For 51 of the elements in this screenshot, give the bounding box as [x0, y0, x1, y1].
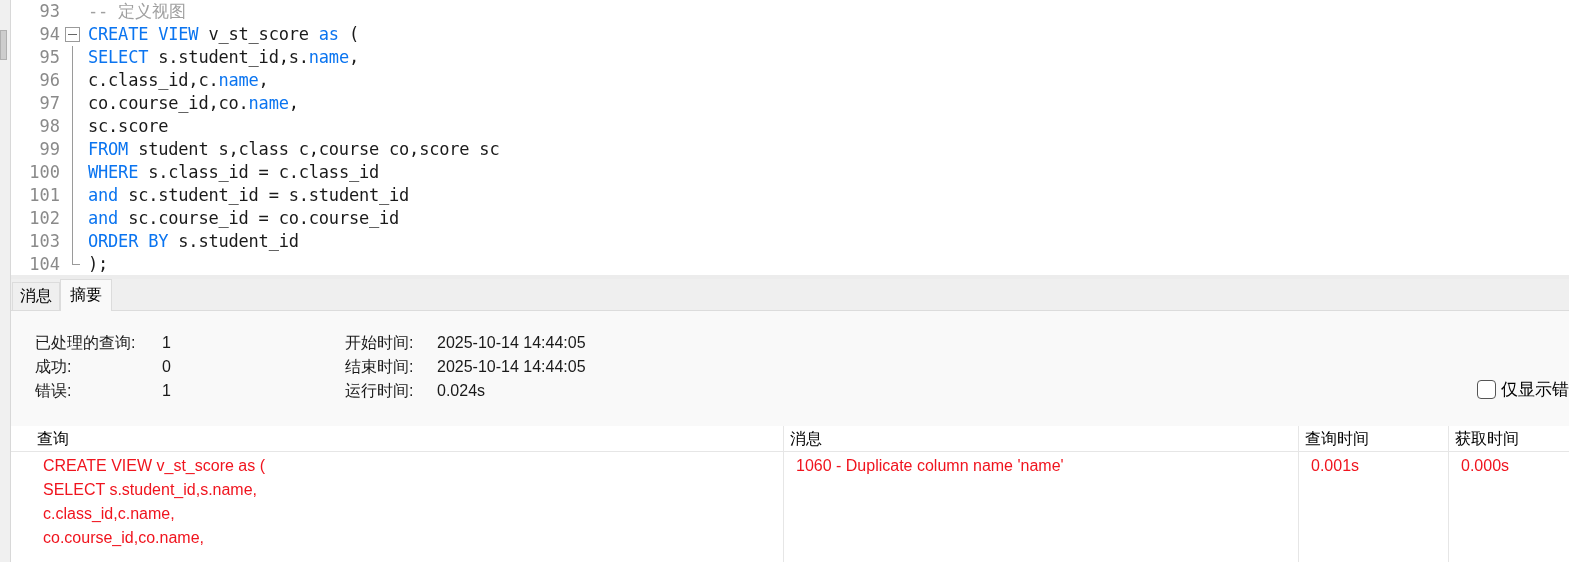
line-number: 96 — [38, 69, 60, 92]
summary-value: 2025-10-14 14:44:05 — [437, 356, 586, 377]
fold-end-icon — [72, 253, 80, 265]
line-number: 100 — [28, 161, 60, 184]
code-line: co.course_id,co.name, — [88, 92, 299, 115]
table-cell-text: 0.001s — [1311, 456, 1361, 476]
summary-label: 结束时间: — [345, 356, 415, 377]
line-number: 98 — [38, 115, 60, 138]
line-number: 94 — [38, 23, 60, 46]
summary-label: 开始时间: — [345, 332, 415, 353]
code-line: ); — [88, 253, 109, 276]
table-cell-text: 0.000s — [1461, 456, 1511, 476]
column-header[interactable]: 获取时间 — [1455, 426, 1519, 451]
column-header[interactable]: 消息 — [790, 426, 822, 451]
code-line: SELECT s.student_id,s.name, — [88, 46, 359, 69]
line-number: 95 — [38, 46, 60, 69]
summary-label: 错误: — [35, 380, 73, 401]
line-number: 101 — [28, 184, 60, 207]
line-number: 97 — [38, 92, 60, 115]
code-line: and sc.student_id = s.student_id — [88, 184, 410, 207]
summary-value: 1 — [162, 380, 171, 401]
column-header[interactable]: 查询 — [37, 426, 69, 451]
summary-label: 运行时间: — [345, 380, 415, 401]
summary-value: 0.024s — [437, 380, 486, 401]
fold-toggle-icon[interactable] — [65, 27, 80, 42]
table-cell-text: 1060 - Duplicate column name 'name' — [796, 456, 1065, 476]
summary-value: 1 — [162, 332, 171, 353]
summary-value: 0 — [162, 356, 171, 377]
code-line: ORDER BY s.student_id — [88, 230, 299, 253]
summary-label: 已处理的查询: — [35, 332, 137, 353]
table-cell-text: CREATE VIEW v_st_score as ( SELECT s.student_id,s.name, c.class_id,c.name, co.course_id,co.name, — [43, 456, 266, 548]
code-line: -- 定义视图 — [88, 0, 186, 23]
tab[interactable]: 消息 — [12, 281, 60, 310]
checkbox-label: 仅显示错 — [1501, 378, 1569, 401]
code-line: sc.score — [88, 115, 169, 138]
code-line: WHERE s.class_id = c.class_id — [88, 161, 380, 184]
scrollbar-thumb[interactable] — [0, 30, 7, 60]
checkbox[interactable] — [1477, 380, 1496, 400]
line-number: 103 — [28, 230, 60, 253]
tab[interactable]: 摘要 — [60, 278, 112, 311]
summary-label: 成功: — [35, 356, 73, 377]
code-line: c.class_id,c.name, — [88, 69, 269, 92]
code-line: FROM student s,class c,course co,score sc — [88, 138, 500, 161]
summary-value: 2025-10-14 14:44:05 — [437, 332, 586, 353]
code-line: and sc.course_id = co.course_id — [88, 207, 400, 230]
column-header[interactable]: 查询时间 — [1305, 426, 1369, 451]
code-line: CREATE VIEW v_st_score as ( — [88, 23, 359, 46]
line-number: 99 — [38, 138, 60, 161]
line-number: 102 — [28, 207, 60, 230]
line-number: 93 — [38, 0, 60, 23]
line-number: 104 — [28, 253, 60, 276]
